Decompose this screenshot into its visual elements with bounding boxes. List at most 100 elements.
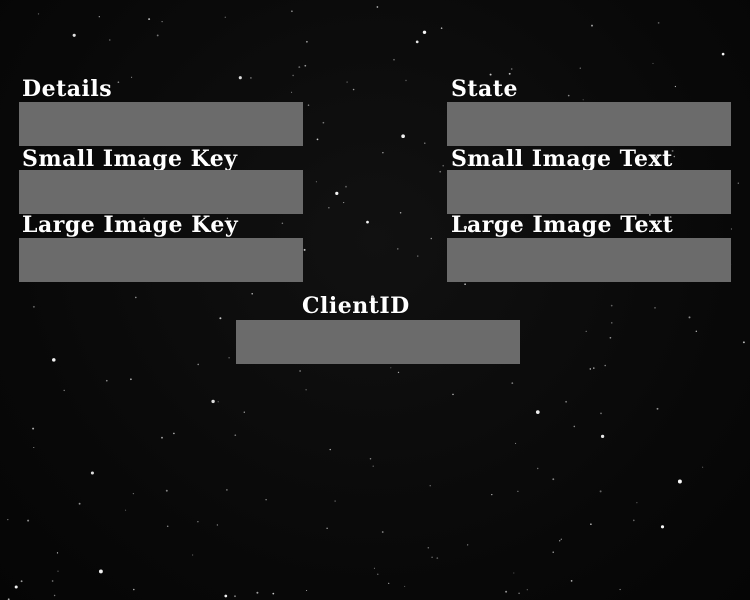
star bbox=[591, 24, 593, 27]
star bbox=[611, 322, 613, 324]
star bbox=[376, 6, 379, 8]
star bbox=[303, 248, 306, 251]
star bbox=[33, 446, 35, 449]
rich-presence-window: Details Small Image Key Large Image Key … bbox=[0, 0, 750, 600]
star bbox=[422, 30, 427, 35]
star bbox=[216, 524, 219, 526]
star bbox=[424, 142, 426, 144]
star bbox=[72, 33, 76, 37]
star bbox=[281, 222, 284, 225]
star bbox=[306, 589, 308, 592]
star bbox=[161, 20, 163, 23]
star bbox=[593, 367, 595, 369]
star bbox=[272, 592, 275, 595]
star bbox=[109, 39, 111, 41]
star bbox=[430, 237, 433, 240]
star bbox=[51, 580, 54, 582]
large-image-key-label: Large Image Key bbox=[22, 212, 239, 238]
star bbox=[346, 81, 348, 83]
star bbox=[305, 389, 307, 391]
star bbox=[37, 13, 40, 15]
star bbox=[397, 248, 399, 250]
star bbox=[404, 585, 406, 587]
star bbox=[228, 357, 230, 359]
star bbox=[299, 370, 302, 372]
star bbox=[677, 479, 682, 484]
star bbox=[251, 292, 253, 295]
star bbox=[131, 76, 133, 78]
star bbox=[173, 432, 175, 435]
details-input[interactable] bbox=[19, 102, 303, 146]
star bbox=[429, 485, 431, 487]
star bbox=[688, 316, 691, 319]
state-label: State bbox=[451, 76, 518, 102]
star bbox=[399, 212, 402, 214]
star bbox=[535, 410, 540, 414]
star bbox=[63, 389, 65, 392]
star bbox=[567, 94, 570, 97]
star bbox=[369, 458, 372, 460]
small-image-text-label: Small Image Text bbox=[451, 146, 673, 172]
large-image-text-input[interactable] bbox=[447, 238, 731, 282]
star bbox=[657, 22, 660, 24]
star bbox=[90, 471, 94, 475]
star bbox=[600, 434, 605, 439]
star bbox=[442, 164, 445, 167]
star bbox=[32, 305, 35, 308]
star bbox=[197, 521, 199, 523]
star bbox=[390, 367, 392, 369]
star bbox=[377, 573, 379, 575]
star bbox=[56, 552, 59, 554]
star bbox=[393, 58, 395, 61]
star bbox=[536, 467, 539, 470]
star bbox=[133, 588, 135, 591]
star bbox=[737, 182, 739, 184]
small-image-key-input[interactable] bbox=[19, 170, 303, 214]
star bbox=[510, 68, 513, 70]
star bbox=[452, 393, 454, 396]
star bbox=[610, 304, 613, 307]
star bbox=[491, 493, 493, 496]
star bbox=[652, 62, 654, 64]
star bbox=[565, 400, 568, 403]
star bbox=[619, 588, 621, 591]
star bbox=[52, 358, 56, 362]
star bbox=[307, 104, 310, 106]
state-input[interactable] bbox=[447, 102, 731, 146]
star bbox=[345, 185, 347, 188]
star bbox=[440, 27, 443, 29]
star bbox=[632, 519, 635, 522]
star bbox=[366, 220, 369, 224]
large-image-key-input[interactable] bbox=[19, 238, 303, 282]
star bbox=[316, 138, 319, 141]
star bbox=[315, 181, 317, 183]
star bbox=[570, 580, 573, 582]
large-image-text-label: Large Image Text bbox=[451, 212, 674, 238]
star bbox=[582, 99, 584, 101]
star bbox=[98, 569, 103, 574]
star bbox=[14, 585, 18, 589]
star bbox=[20, 580, 23, 583]
star bbox=[53, 594, 56, 597]
star bbox=[382, 152, 384, 154]
star bbox=[513, 572, 515, 574]
star bbox=[508, 72, 511, 75]
star bbox=[573, 425, 576, 428]
star bbox=[32, 427, 35, 430]
star bbox=[397, 371, 400, 374]
client-id-input[interactable] bbox=[236, 320, 520, 364]
star bbox=[695, 330, 697, 332]
star bbox=[219, 317, 222, 320]
star bbox=[511, 382, 514, 384]
star bbox=[98, 16, 100, 18]
star bbox=[132, 492, 135, 495]
star bbox=[329, 448, 331, 451]
star bbox=[526, 589, 528, 591]
small-image-text-input[interactable] bbox=[447, 170, 731, 214]
star bbox=[352, 88, 355, 91]
star bbox=[304, 64, 307, 67]
star bbox=[238, 76, 242, 80]
star bbox=[234, 595, 236, 598]
star bbox=[335, 191, 339, 195]
star bbox=[599, 490, 602, 493]
